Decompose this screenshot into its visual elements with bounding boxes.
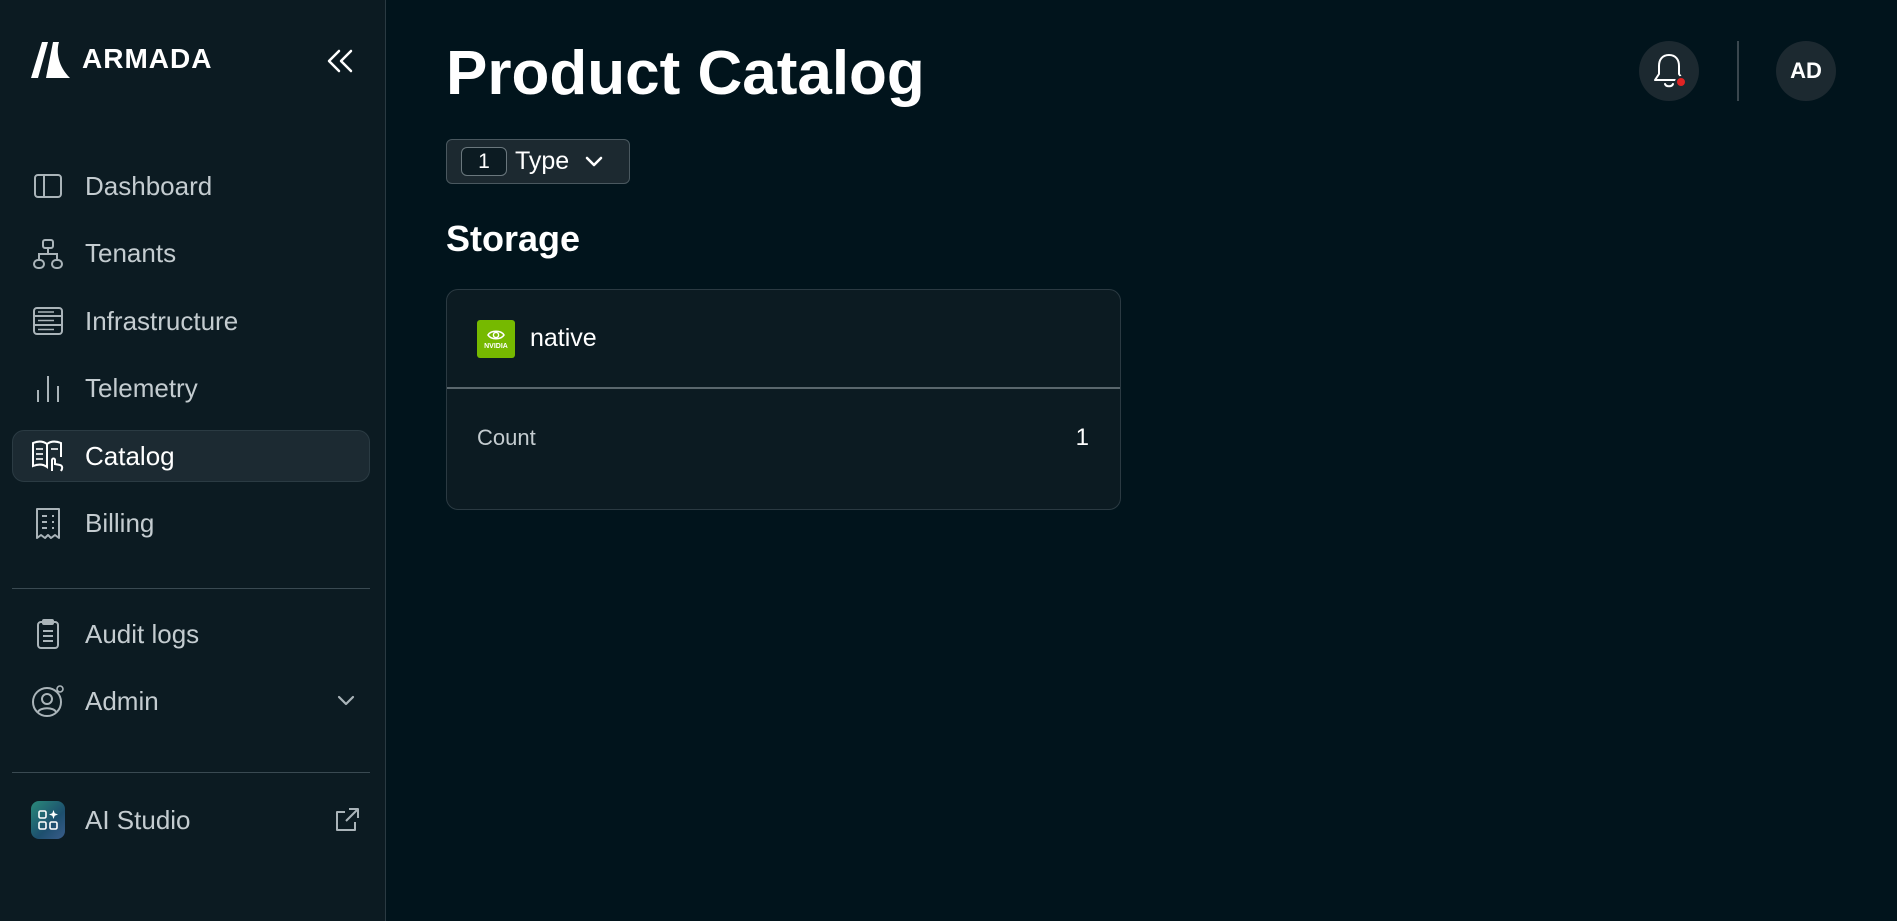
nvidia-logo-icon: NVIDIA	[477, 319, 515, 358]
chevron-down-icon	[337, 695, 355, 706]
sidebar-nav-secondary: Audit logs Admin	[12, 608, 370, 742]
sidebar-item-tenants[interactable]: Tenants	[12, 228, 370, 280]
sidebar-item-label: Telemetry	[85, 373, 198, 403]
double-chevron-left-icon	[327, 49, 353, 73]
count-label: Count	[477, 425, 536, 450]
book-touch-icon	[31, 439, 65, 473]
vendor-logo-text: NVIDIA	[484, 342, 508, 350]
server-rack-icon	[31, 304, 65, 338]
external-link-icon	[336, 808, 359, 831]
sidebar-item-label: Infrastructure	[85, 305, 239, 336]
user-gear-icon	[31, 684, 65, 718]
main-content: Product Catalog AD 1 Type Storage NVIDIA…	[386, 0, 1897, 921]
sidebar-item-label: Audit logs	[85, 618, 200, 649]
filter-count-badge: 1	[461, 147, 507, 176]
count-value: 1	[1075, 424, 1089, 451]
sidebar-item-billing[interactable]: Billing	[12, 498, 370, 550]
catalog-card[interactable]: NVIDIA native Count 1	[446, 289, 1121, 510]
sidebar-item-infrastructure[interactable]: Infrastructure	[12, 295, 370, 347]
chevron-down-icon	[585, 156, 603, 166]
card-title: native	[530, 324, 597, 352]
receipt-icon	[31, 507, 65, 541]
sidebar-item-admin[interactable]: Admin	[12, 675, 370, 727]
org-chart-icon	[31, 237, 65, 271]
brand-logo[interactable]: ARMADA	[28, 38, 212, 80]
sidebar: ARMADA Dashboard Tenants Infrastructure …	[0, 0, 386, 921]
user-avatar[interactable]: AD	[1776, 41, 1836, 101]
page-title: Product Catalog	[446, 39, 925, 108]
card-detail-row: Count 1	[447, 389, 1120, 487]
sidebar-item-audit-logs[interactable]: Audit logs	[12, 608, 370, 660]
type-filter-dropdown[interactable]: 1 Type	[446, 139, 630, 184]
sidebar-item-label: Dashboard	[85, 170, 213, 201]
collapse-sidebar-button[interactable]	[322, 44, 358, 78]
sidebar-item-label: Billing	[85, 508, 155, 538]
sidebar-external-links: AI Studio	[12, 794, 370, 861]
sidebar-item-label: AI Studio	[85, 804, 191, 835]
notifications-button[interactable]	[1639, 41, 1699, 101]
sidebar-divider	[12, 588, 370, 589]
notification-dot	[1675, 76, 1687, 88]
sidebar-item-label: Catalog	[85, 440, 175, 471]
ai-studio-icon	[31, 801, 65, 839]
sidebar-item-ai-studio[interactable]: AI Studio	[12, 794, 370, 846]
sidebar-divider	[12, 772, 370, 773]
sidebar-item-dashboard[interactable]: Dashboard	[12, 160, 370, 212]
sidebar-item-label: Admin	[85, 685, 159, 716]
header-divider	[1737, 41, 1739, 101]
card-header: NVIDIA native	[447, 290, 1120, 389]
brand-name: ARMADA	[82, 43, 213, 74]
sidebar-nav: Dashboard Tenants Infrastructure Telemet…	[12, 160, 370, 565]
filter-label: Type	[515, 147, 570, 175]
bar-chart-icon	[31, 372, 65, 406]
clipboard-icon	[31, 617, 65, 651]
sidebar-item-telemetry[interactable]: Telemetry	[12, 363, 370, 415]
sidebar-panel-icon	[31, 169, 65, 203]
section-title: Storage	[446, 218, 581, 259]
app-root: ARMADA Dashboard Tenants Infrastructure …	[0, 0, 1897, 921]
sidebar-item-catalog[interactable]: Catalog	[12, 430, 370, 482]
sidebar-item-label: Tenants	[85, 238, 177, 268]
armada-logo-icon	[31, 42, 70, 78]
